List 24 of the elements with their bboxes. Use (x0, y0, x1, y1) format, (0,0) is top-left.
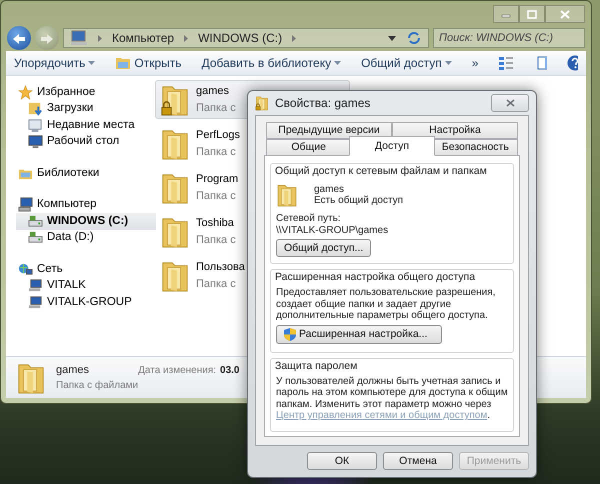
file-type: Папка с (196, 188, 237, 204)
description: У пользователей должны быть учетная запись и пароль на этом компьютере для доступа к общим папкам. Изменить этот параметр можно через Центр управления сетями и общим доступом. (276, 376, 508, 422)
file-name: PerfLogs (196, 128, 240, 143)
file-type: Папка с (196, 232, 236, 248)
file-type: Папка с (196, 276, 237, 292)
file-name: Toshiba (196, 216, 235, 231)
description: Предоставляет пользовательские разрешения, создает общие папки и задает другие дополнительные параметры общего доступа. (276, 287, 496, 322)
folder-name: games (314, 184, 346, 195)
file-name: Пользова (196, 260, 245, 275)
dialog-title: Свойства: games (275, 95, 370, 112)
file-type: Папка с (196, 100, 236, 116)
detail-type: Папка с файлами (56, 379, 138, 394)
date-value: 03.0 (220, 364, 240, 378)
date-label: Дата изменения: (138, 364, 216, 378)
detail-name: games (56, 362, 90, 378)
file-type: Папка с (196, 144, 237, 160)
path-label: Сетевой путь: (276, 213, 342, 224)
group-title: Расширенная настройка общего доступа (273, 271, 478, 283)
network-path: \\VITALK-GROUP\games (276, 224, 390, 236)
file-name: games (196, 84, 230, 99)
group-title: Защита паролем (273, 360, 360, 372)
group-title: Общий доступ к сетевым файлам и папкам (273, 165, 489, 177)
file-name: Program (196, 172, 238, 187)
share-status: Есть общий доступ (314, 195, 404, 206)
